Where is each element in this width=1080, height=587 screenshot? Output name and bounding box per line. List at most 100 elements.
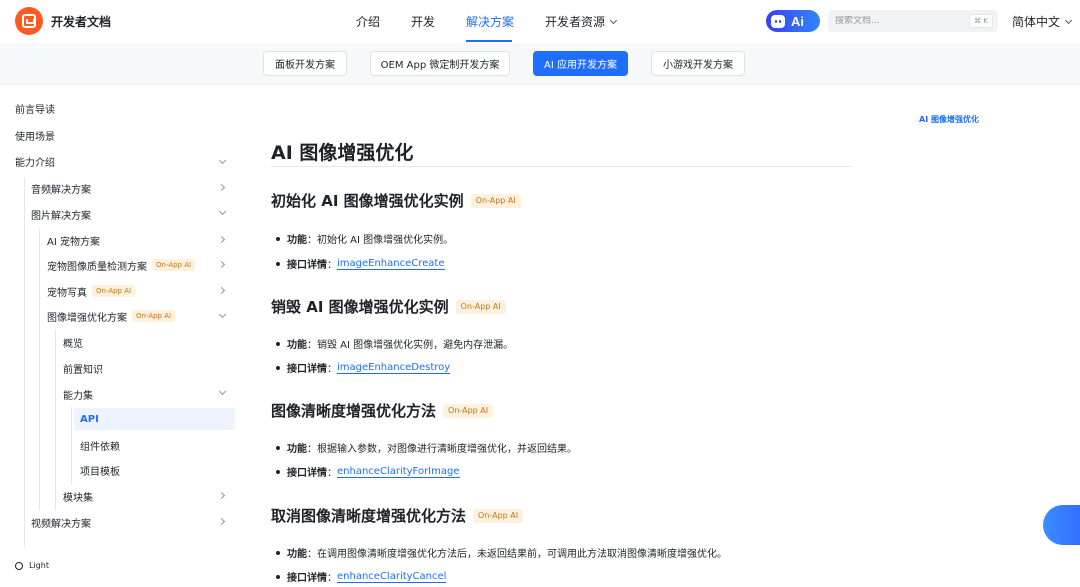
on-app-ai-badge: On-App AI xyxy=(455,299,506,314)
section-title-text: 销毁 AI 图像增强优化实例 xyxy=(271,298,449,316)
top-header: 开发者文档 介绍 开发 解决方案 开发者资源 Ai ⌘ K 简体中文 xyxy=(0,0,1080,43)
tab-panel-solution[interactable]: 面板开发方案 xyxy=(263,51,347,76)
tree-guide-line xyxy=(71,407,72,485)
sidebar-item-audio-solution[interactable]: 音频解决方案 xyxy=(31,177,91,199)
search-input[interactable] xyxy=(835,16,965,26)
bullet-dot xyxy=(276,445,280,450)
on-app-ai-badge: On-App AI xyxy=(152,259,196,271)
api-label: 接口详情 xyxy=(287,573,327,584)
bullet-dot xyxy=(276,574,280,579)
nav-item-resources[interactable]: 开发者资源 xyxy=(545,13,618,30)
sidebar-item-video-solution[interactable]: 视频解决方案 xyxy=(31,511,91,533)
theme-toggle[interactable]: Light xyxy=(15,561,49,570)
chevron-down-icon[interactable] xyxy=(218,156,227,165)
language-label: 简体中文 xyxy=(1012,15,1061,29)
sidebar-item-api[interactable]: API xyxy=(74,408,235,430)
api-separator: ： xyxy=(327,364,337,375)
function-label: 功能 xyxy=(287,340,307,351)
chevron-right-icon[interactable] xyxy=(217,517,226,526)
tree-guide-line xyxy=(55,330,56,510)
section-title: 图像清晰度增强优化方法 On-App AI xyxy=(271,400,494,421)
sidebar: 前言导读 使用场景 能力介绍 音频解决方案 图片解决方案 AI 宠物方案 宠物图… xyxy=(0,86,245,587)
nav-item-intro[interactable]: 介绍 xyxy=(356,13,380,30)
sidebar-item-overview[interactable]: 概览 xyxy=(63,331,83,353)
chevron-right-icon[interactable] xyxy=(217,260,226,269)
nav-item-solutions[interactable]: 解决方案 xyxy=(466,13,514,30)
api-detail: 接口详情 ： imageEnhanceDestroy xyxy=(276,360,451,375)
language-selector[interactable]: 简体中文 xyxy=(1012,13,1073,30)
api-link-enhance-clarity-cancel[interactable]: enhanceClarityCancel xyxy=(337,571,447,583)
api-link-enhance-clarity-for-image[interactable]: enhanceClarityForImage xyxy=(337,466,460,478)
on-app-ai-badge: On-App AI xyxy=(443,403,494,418)
sidebar-item-project-template[interactable]: 项目模板 xyxy=(80,459,120,481)
on-app-ai-badge: On-App AI xyxy=(470,193,521,208)
sidebar-item-label: 图像增强优化方案 xyxy=(47,312,127,324)
ai-assistant-button[interactable]: Ai xyxy=(766,10,820,32)
chevron-right-icon[interactable] xyxy=(217,183,226,192)
bullet-dot xyxy=(276,550,280,555)
sidebar-item-image-enhance[interactable]: 图像增强优化方案 On-App AI xyxy=(47,305,176,327)
ai-label: Ai xyxy=(791,13,804,29)
sidebar-item-capabilities[interactable]: 能力介绍 xyxy=(15,150,55,172)
brand-name[interactable]: 开发者文档 xyxy=(51,13,111,30)
sidebar-item-pet-quality[interactable]: 宠物图像质量检测方案 On-App AI xyxy=(47,254,196,276)
chevron-down-icon xyxy=(609,16,618,25)
api-label: 接口详情 xyxy=(287,468,327,479)
chevron-right-icon[interactable] xyxy=(217,286,226,295)
sidebar-item-image-solution[interactable]: 图片解决方案 xyxy=(31,203,91,225)
function-description: 功能 ：在调用图像清晰度增强优化方法后，未返回结果前，可调用此方法取消图像清晰度… xyxy=(276,545,727,560)
on-app-ai-badge: On-App AI xyxy=(473,508,524,523)
api-detail: 接口详情 ： enhanceClarityCancel xyxy=(276,569,447,584)
chevron-right-icon[interactable] xyxy=(217,235,226,244)
tab-ai-app-solution[interactable]: AI 应用开发方案 xyxy=(533,51,628,76)
api-label: 接口详情 xyxy=(287,260,327,271)
chevron-down-icon[interactable] xyxy=(218,310,227,319)
function-label: 功能 xyxy=(287,444,307,455)
function-text: ：在调用图像清晰度增强优化方法后，未返回结果前，可调用此方法取消图像清晰度增强优… xyxy=(307,549,727,560)
api-link-image-enhance-destroy[interactable]: imageEnhanceDestroy xyxy=(337,362,451,374)
chevron-down-icon xyxy=(1064,16,1073,25)
api-detail: 接口详情 ： enhanceClarityForImage xyxy=(276,464,460,479)
api-detail: 接口详情 ： imageEnhanceCreate xyxy=(276,256,445,271)
section-title-text: 取消图像清晰度增强优化方法 xyxy=(271,507,467,525)
section-title-text: 初始化 AI 图像增强优化实例 xyxy=(271,192,464,210)
api-separator: ： xyxy=(327,260,337,271)
api-link-image-enhance-create[interactable]: imageEnhanceCreate xyxy=(337,258,445,270)
sidebar-item-ai-pet[interactable]: AI 宠物方案 xyxy=(47,229,100,251)
page-title: AI 图像增强优化 xyxy=(271,142,414,164)
sidebar-item-label: 宠物写真 xyxy=(47,287,87,299)
floating-assistant-button[interactable] xyxy=(1043,505,1080,545)
sidebar-item-prerequisites[interactable]: 前置知识 xyxy=(63,357,103,379)
api-separator: ： xyxy=(327,573,337,584)
tab-oem-app-solution[interactable]: OEM App 微定制开发方案 xyxy=(370,51,510,76)
sidebar-item-label: 宠物图像质量检测方案 xyxy=(47,261,147,273)
chevron-right-icon[interactable] xyxy=(217,491,226,500)
nav-item-develop[interactable]: 开发 xyxy=(411,13,435,30)
function-text: ：初始化 AI 图像增强优化实例。 xyxy=(307,235,454,246)
logo-icon[interactable] xyxy=(15,7,43,35)
tree-guide-line xyxy=(24,178,25,548)
bullet-dot xyxy=(276,261,280,266)
sidebar-item-pet-portrait[interactable]: 宠物写真 On-App AI xyxy=(47,280,136,302)
on-app-ai-badge: On-App AI xyxy=(92,285,136,297)
nav-active-indicator xyxy=(466,40,512,42)
function-description: 功能 ：根据输入参数，对图像进行清晰度增强优化，并返回结果。 xyxy=(276,440,577,455)
sidebar-item-module-set[interactable]: 模块集 xyxy=(63,485,93,507)
function-description: 功能 ：初始化 AI 图像增强优化实例。 xyxy=(276,231,453,246)
sidebar-item-scenarios[interactable]: 使用场景 xyxy=(15,124,55,146)
on-app-ai-badge: On-App AI xyxy=(132,310,176,322)
chevron-down-icon[interactable] xyxy=(218,387,227,396)
toc-item-active[interactable]: AI 图像增强优化 xyxy=(919,114,979,125)
section-title: 初始化 AI 图像增强优化实例 On-App AI xyxy=(271,190,521,211)
chevron-down-icon[interactable] xyxy=(218,207,227,216)
sidebar-item-preface[interactable]: 前言导读 xyxy=(15,97,55,119)
section-title: 取消图像清晰度增强优化方法 On-App AI xyxy=(271,505,524,526)
search-box[interactable]: ⌘ K xyxy=(828,10,998,32)
sidebar-item-component-deps[interactable]: 组件依赖 xyxy=(80,434,120,456)
bullet-dot xyxy=(276,365,280,370)
sidebar-item-capability-set[interactable]: 能力集 xyxy=(63,383,93,405)
sun-icon xyxy=(15,561,23,570)
tab-mini-game-solution[interactable]: 小游戏开发方案 xyxy=(651,51,745,76)
nav-item-resources-label: 开发者资源 xyxy=(545,15,606,29)
function-label: 功能 xyxy=(287,549,307,560)
